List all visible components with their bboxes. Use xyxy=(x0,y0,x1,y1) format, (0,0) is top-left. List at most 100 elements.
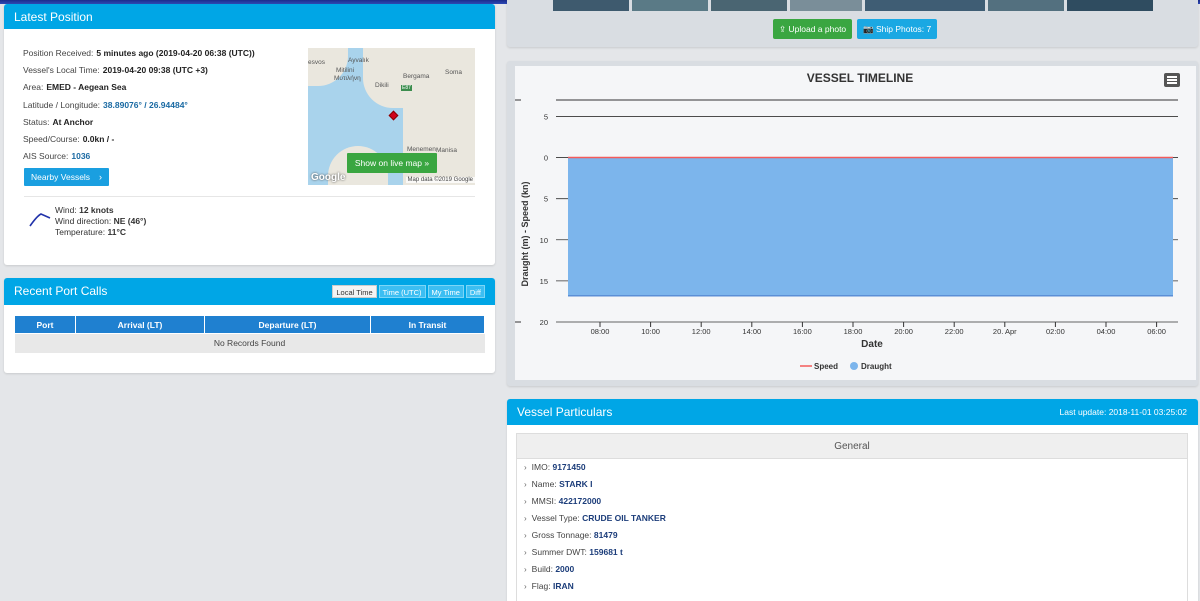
my-time-button[interactable]: My Time xyxy=(427,285,464,298)
diff-button[interactable]: Diff xyxy=(465,285,485,298)
ship-photos-label: Ship Photos: 7 xyxy=(875,24,932,34)
position-map[interactable]: esvos Ayvalık Mitilini Μυτιλήνη Dikili B… xyxy=(308,48,475,185)
ship-photo-thumbnail[interactable] xyxy=(553,0,629,11)
chevron-right-icon: › xyxy=(524,463,527,472)
wind-direction-label: Wind direction: xyxy=(55,216,112,226)
series-area-draught[interactable] xyxy=(568,157,1173,296)
particulars-list: › IMO: 9171450 › Name: STARK I › MMSI: 422172… xyxy=(517,459,1187,595)
upload-photo-button[interactable]: ⇪ Upload a photo xyxy=(773,19,853,39)
legend-item-speed[interactable]: Speed xyxy=(814,362,838,371)
chevron-right-icon: › xyxy=(524,514,527,523)
y-tick-label: 15 xyxy=(540,277,548,286)
particular-row: › MMSI: 422172000 xyxy=(517,493,1187,510)
port-calls-table: Port Arrival (LT) Departure (LT) In Tran… xyxy=(14,315,485,353)
map-attribution[interactable]: Map data ©2019 Google xyxy=(405,177,475,183)
ship-photos-button[interactable]: 📷 Ship Photos: 7 xyxy=(857,19,938,39)
chevron-right-icon: › xyxy=(524,497,527,506)
particular-row: › Vessel Type: CRUDE OIL TANKER xyxy=(517,510,1187,527)
x-tick-label: 10:00 xyxy=(641,327,660,336)
chevron-right-icon: › xyxy=(524,548,527,557)
weather-info: Wind: 12 knots Wind direction: NE (46°) … xyxy=(55,205,146,238)
vessel-timeline-chart: VESSEL TIMELINE 5 0 5 10 15 20 08:00 10:00 12:0… xyxy=(515,71,1178,371)
particular-label: Vessel Type: xyxy=(531,513,580,523)
particular-label: IMO: xyxy=(531,462,551,472)
nearby-vessels-button[interactable]: Nearby Vessels › xyxy=(24,168,109,186)
panel-title: Latest Position xyxy=(4,4,495,29)
show-on-live-map-button[interactable]: Show on live map » xyxy=(347,153,437,173)
x-tick-label: 08:00 xyxy=(591,327,610,336)
column-header-in-transit[interactable]: In Transit xyxy=(370,315,485,334)
map-label: Soma xyxy=(445,69,462,76)
legend-swatch-draught xyxy=(850,362,858,370)
temperature-label: Temperature: xyxy=(55,227,106,237)
info-row-status: Status: At Anchor xyxy=(23,114,255,131)
google-logo: Google xyxy=(311,172,346,183)
wind-speed: Wind: 12 knots xyxy=(55,205,146,216)
x-tick-label: 06:00 xyxy=(1147,327,1166,336)
particular-label: Name: xyxy=(531,479,557,489)
upload-photo-label: Upload a photo xyxy=(788,24,847,34)
map-label: Μυτιλήνη xyxy=(334,75,361,82)
particular-label: Build: xyxy=(531,564,553,574)
particular-value: STARK I xyxy=(559,479,593,489)
info-label: AIS Source: xyxy=(23,151,69,162)
x-tick-label: 02:00 xyxy=(1046,327,1065,336)
ais-source-link[interactable]: 1036 xyxy=(71,151,90,161)
chevron-right-icon: › xyxy=(524,480,527,489)
info-label: Latitude / Longitude: xyxy=(23,99,101,110)
map-label: Menemen xyxy=(407,146,436,153)
particular-row: › Gross Tonnage: 81479 xyxy=(517,527,1187,544)
map-label: esvos xyxy=(308,59,325,66)
x-tick-label: 16:00 xyxy=(793,327,812,336)
lat-lon-link[interactable]: 38.89076° / 26.94484° xyxy=(103,100,188,110)
ship-photo-thumbnail[interactable] xyxy=(711,0,787,11)
particular-value: 2000 xyxy=(555,564,575,574)
y-axis-ticks: 5 0 5 10 15 20 xyxy=(540,112,548,327)
ship-photo-thumbnail[interactable] xyxy=(632,0,708,11)
particular-row: › Build: 2000 xyxy=(517,561,1187,578)
chevron-right-icon: › xyxy=(99,172,102,182)
x-tick-label: 04:00 xyxy=(1097,327,1116,336)
particular-row: › Summer DWT: 159681 t xyxy=(517,544,1187,561)
chevron-right-icon: › xyxy=(524,582,527,591)
particular-label: MMSI: xyxy=(531,496,557,506)
x-axis-label: Date xyxy=(861,339,883,350)
particular-row: › IMO: 9171450 xyxy=(517,459,1187,476)
x-tick-label: 18:00 xyxy=(844,327,863,336)
vessel-marker-icon[interactable] xyxy=(388,110,399,121)
wind-label: Wind: xyxy=(55,205,77,215)
ship-photo-thumbnail[interactable] xyxy=(1067,0,1153,11)
map-label: Bergama xyxy=(403,73,430,80)
section-title[interactable]: General xyxy=(517,434,1187,459)
wind-value: 12 knots xyxy=(79,205,114,215)
particular-value: 422172000 xyxy=(558,496,602,506)
particulars-title: Vessel Particulars xyxy=(517,405,613,419)
legend: Speed Draught xyxy=(800,362,892,371)
ship-photo-thumbnail[interactable] xyxy=(790,0,862,11)
legend-item-draught[interactable]: Draught xyxy=(861,362,892,371)
particular-row: › Name: STARK I xyxy=(517,476,1187,493)
divider xyxy=(24,196,475,197)
chevron-right-icon: › xyxy=(524,531,527,540)
column-header-port[interactable]: Port xyxy=(14,315,76,334)
column-header-arrival[interactable]: Arrival (LT) xyxy=(75,315,205,334)
x-tick-label: 14:00 xyxy=(742,327,761,336)
chevron-right-icon: › xyxy=(524,565,527,574)
info-label: Vessel's Local Time: xyxy=(23,65,100,76)
ship-photo-thumbnail[interactable] xyxy=(865,0,985,11)
utc-time-button[interactable]: Time (UTC) xyxy=(378,285,426,298)
map-label: Manisa xyxy=(436,147,457,154)
particular-label: Gross Tonnage: xyxy=(531,530,592,540)
map-label: Mitilini xyxy=(336,67,355,74)
column-header-departure[interactable]: Departure (LT) xyxy=(204,315,371,334)
particular-value: CRUDE OIL TANKER xyxy=(582,513,666,523)
ship-photo-thumbnail[interactable] xyxy=(988,0,1064,11)
upload-icon: ⇪ xyxy=(779,24,787,34)
x-tick-label: 12:00 xyxy=(692,327,711,336)
y-tick-label: 0 xyxy=(544,154,548,163)
wind-icon xyxy=(29,213,51,227)
wind-direction-value: NE (46°) xyxy=(113,216,147,226)
local-time-button[interactable]: Local Time xyxy=(332,285,377,298)
info-value: At Anchor xyxy=(52,116,94,127)
live-map-label: Show on live map xyxy=(354,158,422,168)
